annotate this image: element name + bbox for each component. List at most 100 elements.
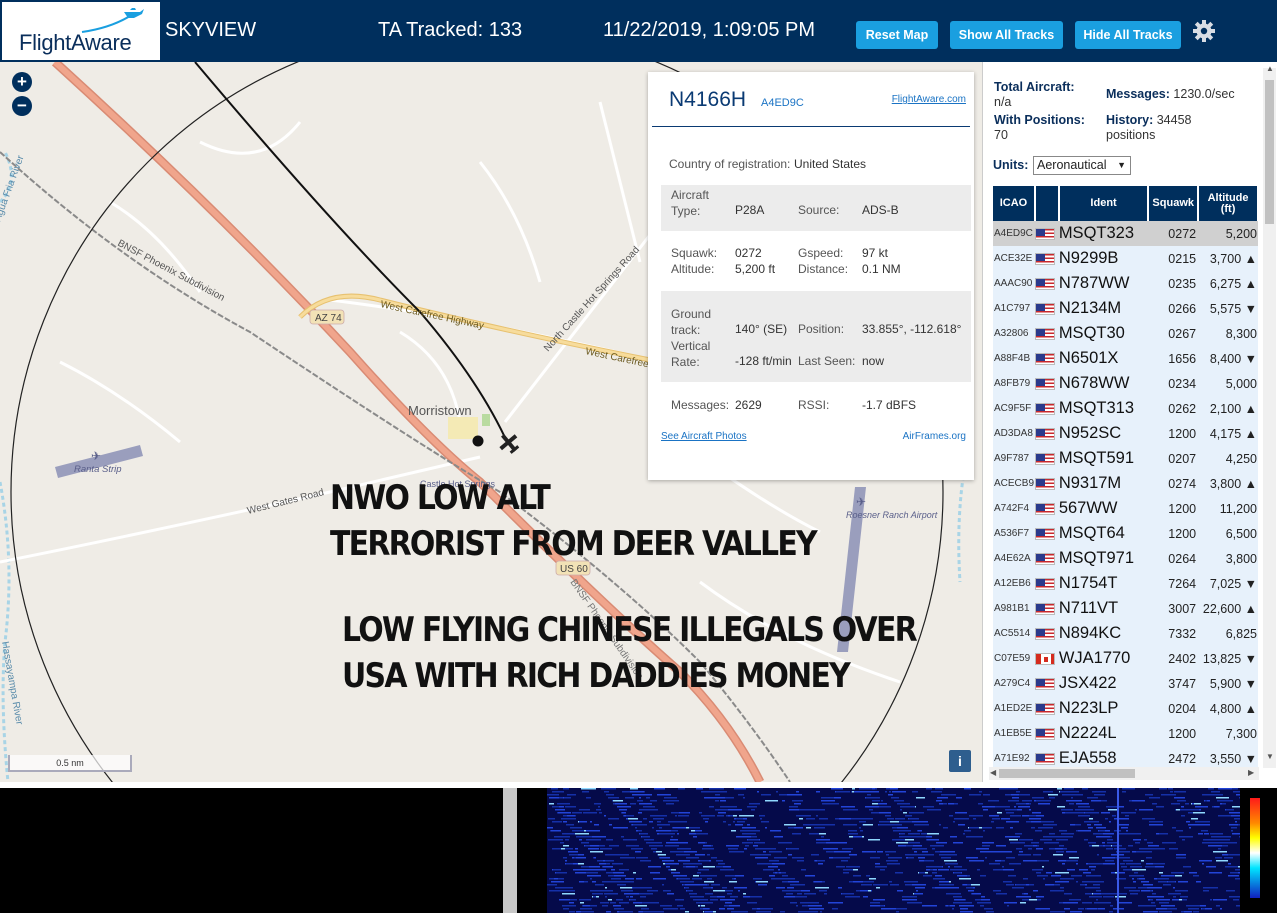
us-flag-icon xyxy=(1034,546,1059,571)
icao-cell: ACE32E xyxy=(994,253,1033,264)
flightaware-logo[interactable]: FlightAware xyxy=(2,2,160,60)
waterfall-canvas xyxy=(547,788,1240,913)
with-positions-value: 70 xyxy=(994,128,1008,142)
ident-cell: N678WW xyxy=(1058,374,1130,392)
aircraft-row[interactable]: A1EB5E N2224L 1200 7,300 xyxy=(993,721,1258,746)
scroll-down-arrow-icon[interactable]: ▼ xyxy=(1266,752,1274,761)
ident-cell: N9317M xyxy=(1058,474,1122,492)
column-header-icao[interactable]: ICAO xyxy=(993,186,1036,221)
selected-registration: N4166H xyxy=(669,88,747,111)
column-header-flag[interactable] xyxy=(1034,186,1060,221)
squawk-cell: 3747 xyxy=(1168,676,1197,691)
map-label-roesner: Roesner Ranch Airport xyxy=(846,510,938,520)
scroll-thumb[interactable] xyxy=(999,769,1135,778)
aircraft-row[interactable]: A4ED9C MSQT323 0272 5,200 xyxy=(993,221,1258,246)
icao-cell: AC9F5F xyxy=(994,403,1032,414)
info-button[interactable]: i xyxy=(949,750,971,772)
horizontal-scrollbar[interactable] xyxy=(989,767,1259,780)
icao-cell: ACECB9 xyxy=(994,478,1035,489)
scroll-thumb[interactable] xyxy=(1265,80,1274,224)
aircraft-sidebar: Total Aircraft: n/a Messages: 1230.0/sec… xyxy=(982,62,1277,782)
gspeed-value: 97 kt xyxy=(862,246,889,260)
scroll-right-arrow-icon[interactable]: ▶ xyxy=(1248,768,1254,777)
ident-cell: JSX422 xyxy=(1058,674,1117,692)
scroll-up-arrow-icon[interactable]: ▲ xyxy=(1266,64,1274,73)
squawk-cell: 3007 xyxy=(1168,601,1197,616)
with-positions-stat: With Positions: 70 xyxy=(994,113,1085,143)
units-select[interactable]: Aeronautical ▼ xyxy=(1033,156,1131,175)
aircraft-row[interactable]: A32806 MSQT30 0267 8,300 xyxy=(993,321,1258,346)
aircraft-row[interactable]: A8FB79 N678WW 0234 5,000 xyxy=(993,371,1258,396)
zoom-out-button[interactable]: − xyxy=(12,96,32,116)
waterfall-spectrum xyxy=(547,788,1240,913)
ident-cell: MSQT30 xyxy=(1058,324,1125,342)
squawk-cell: 0235 xyxy=(1168,276,1197,291)
squawk-cell: 7332 xyxy=(1168,626,1197,641)
messages-rate-value: 1230.0/sec xyxy=(1173,87,1235,101)
aircraft-row[interactable]: A279C4 JSX422 3747 5,900 ▼ xyxy=(993,671,1258,696)
show-all-tracks-button[interactable]: Show All Tracks xyxy=(950,21,1063,49)
aircraft-row[interactable]: A981B1 N711VT 3007 22,600 ▲ xyxy=(993,596,1258,621)
vertical-scrollbar[interactable] xyxy=(1263,68,1276,768)
aircraft-type-value: P28A xyxy=(735,203,765,217)
zoom-in-button[interactable]: + xyxy=(12,72,32,92)
us-flag-icon xyxy=(1034,721,1059,746)
panel-divider xyxy=(503,788,517,913)
altitude-label: Altitude: xyxy=(671,262,715,276)
squawk-value: 0272 xyxy=(735,246,762,260)
hide-all-tracks-button[interactable]: Hide All Tracks xyxy=(1075,21,1181,49)
aircraft-row[interactable]: ACECB9 N9317M 0274 3,800 ▲ xyxy=(993,471,1258,496)
aircraft-row[interactable]: ACE32E N9299B 0215 3,700 ▲ xyxy=(993,246,1258,271)
source-label: Source: xyxy=(798,203,840,217)
overlay-caption-line: TERRORIST FROM DEER VALLEY xyxy=(330,524,818,564)
flightaware-link[interactable]: FlightAware.com xyxy=(892,94,966,105)
altitude-cell: 5,200 xyxy=(1225,226,1257,241)
source-value: ADS-B xyxy=(862,203,899,217)
messages-value: 2629 xyxy=(735,398,762,412)
aircraft-row[interactable]: A9F787 MSQT591 0207 4,250 xyxy=(993,446,1258,471)
altitude-cell: 3,800 xyxy=(1225,551,1257,566)
ident-cell: MSQT591 xyxy=(1058,449,1135,467)
squawk-cell: 0274 xyxy=(1168,476,1197,491)
us-flag-icon xyxy=(1034,296,1059,321)
aircraft-row[interactable]: A12EB6 N1754T 7264 7,025 ▼ xyxy=(993,571,1258,596)
altitude-cell: 4,800 ▲ xyxy=(1209,701,1257,716)
altitude-cell: 11,200 xyxy=(1219,501,1257,516)
aircraft-row[interactable]: AC5514 N894KC 7332 6,825 xyxy=(993,621,1258,646)
aircraft-row[interactable]: A88F4B N6501X 1656 8,400 ▼ xyxy=(993,346,1258,371)
with-positions-label: With Positions: xyxy=(994,113,1085,127)
airframes-link[interactable]: AirFrames.org xyxy=(903,431,966,442)
reset-map-button[interactable]: Reset Map xyxy=(856,21,938,49)
column-header-squawk[interactable]: Squawk xyxy=(1148,186,1200,221)
squawk-cell: 0262 xyxy=(1168,401,1197,416)
squawk-cell: 2402 xyxy=(1168,651,1197,666)
aircraft-row[interactable]: AD3DA8 N952SC 1200 4,175 ▲ xyxy=(993,421,1258,446)
selected-hex-link[interactable]: A4ED9C xyxy=(761,97,804,109)
gear-icon[interactable] xyxy=(1192,19,1216,43)
aircraft-row[interactable]: A536F7 MSQT64 1200 6,500 xyxy=(993,521,1258,546)
aircraft-row[interactable]: A1ED2E N223LP 0204 4,800 ▲ xyxy=(993,696,1258,721)
map-label-agua: Agua Fria River xyxy=(0,153,27,223)
aircraft-photos-link[interactable]: See Aircraft Photos xyxy=(661,431,747,442)
altitude-cell: 5,900 ▼ xyxy=(1209,676,1257,691)
us-flag-icon xyxy=(1034,571,1059,596)
aircraft-row[interactable]: A1C797 N2134M 0266 5,575 ▼ xyxy=(993,296,1258,321)
scroll-left-arrow-icon[interactable]: ◀ xyxy=(990,768,996,777)
icao-cell: A1ED2E xyxy=(994,703,1033,714)
altitude-cell: 7,300 xyxy=(1225,726,1257,741)
aircraft-row[interactable]: A4E62A MSQT971 0264 3,800 xyxy=(993,546,1258,571)
column-header-altitude[interactable]: Altitude (ft) xyxy=(1198,186,1259,221)
altitude-cell: 8,400 ▼ xyxy=(1209,351,1257,366)
tracked-count: TA Tracked: 133 xyxy=(378,19,523,41)
column-header-ident[interactable]: Ident xyxy=(1058,186,1150,221)
aircraft-marker-icon[interactable] xyxy=(495,429,523,457)
us-flag-icon xyxy=(1034,446,1059,471)
squawk-label: Squawk: xyxy=(671,246,718,260)
us-flag-icon xyxy=(1034,246,1059,271)
aircraft-row[interactable]: AC9F5F MSQT313 0262 2,100 ▲ xyxy=(993,396,1258,421)
aircraft-row[interactable]: A742F4 567WW 1200 11,200 xyxy=(993,496,1258,521)
map-label-us60: US 60 xyxy=(560,564,588,575)
aircraft-row[interactable]: C07E59 WJA1770 2402 13,825 ▼ xyxy=(993,646,1258,671)
position-label: Position: xyxy=(798,322,845,336)
aircraft-row[interactable]: AAAC90 N787WW 0235 6,275 ▲ xyxy=(993,271,1258,296)
